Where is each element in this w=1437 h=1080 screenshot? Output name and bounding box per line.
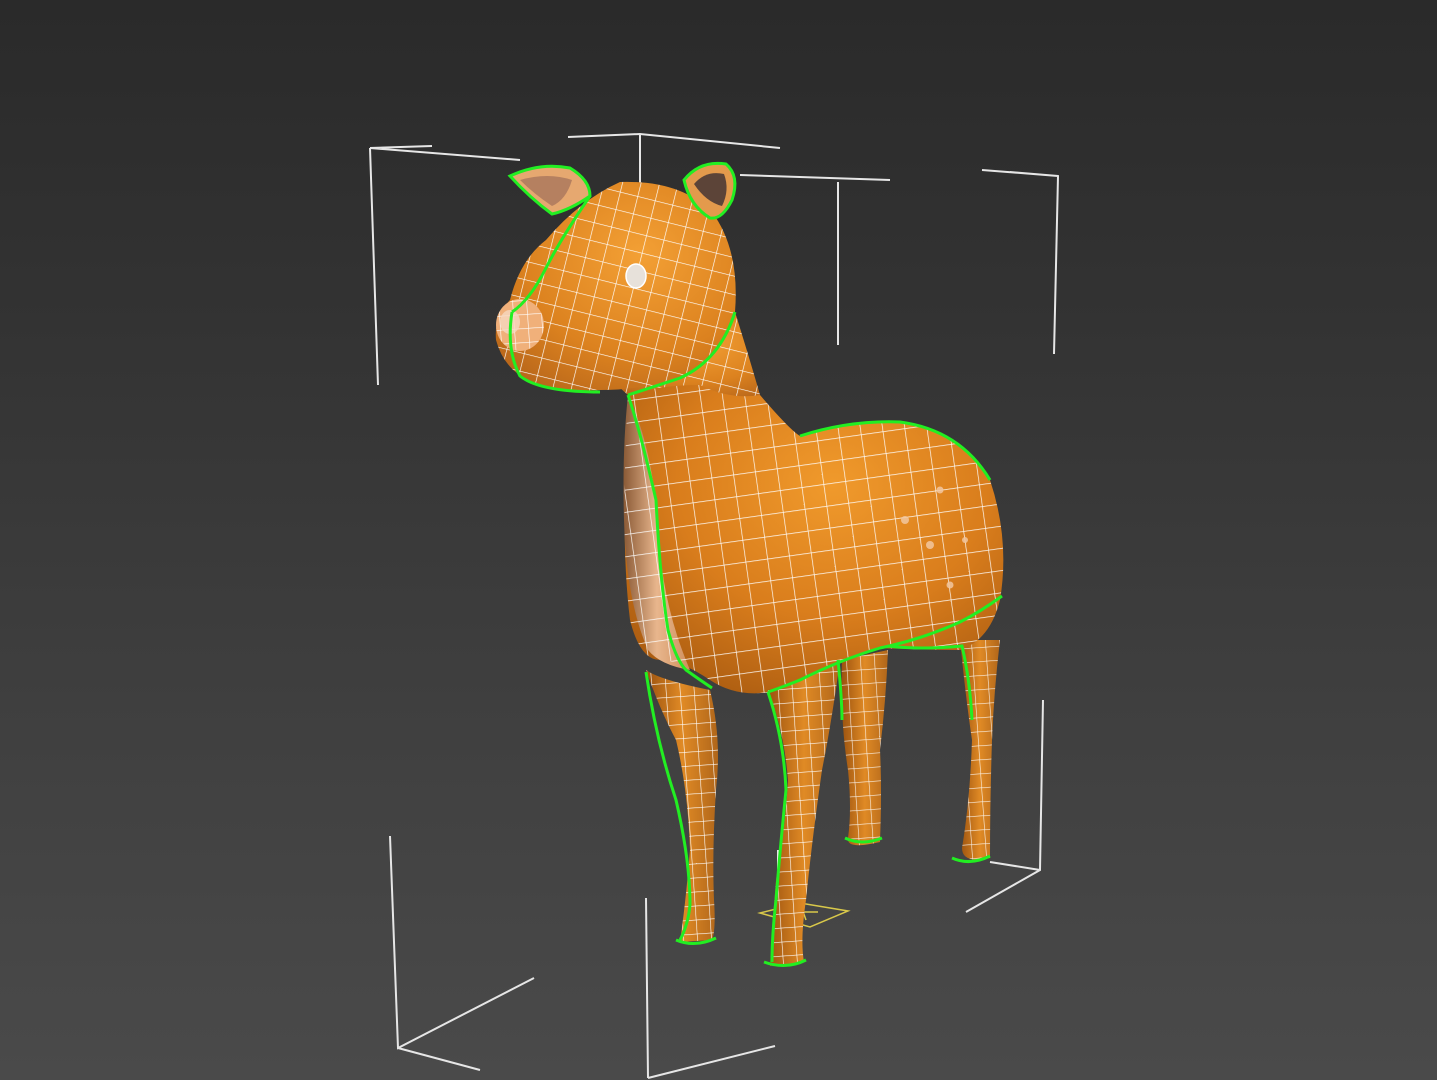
deer-head[interactable]: [495, 181, 737, 397]
back-near-leg[interactable]: [763, 660, 840, 967]
viewport-scene[interactable]: [0, 0, 1437, 1080]
front-near-leg[interactable]: [644, 670, 718, 945]
left-ear[interactable]: [507, 164, 592, 216]
back-far-leg[interactable]: [841, 650, 888, 846]
3d-viewport[interactable]: [0, 0, 1437, 1080]
front-far-leg[interactable]: [951, 640, 1000, 863]
deer-torso[interactable]: [623, 372, 1004, 694]
deer-eye: [625, 263, 647, 289]
